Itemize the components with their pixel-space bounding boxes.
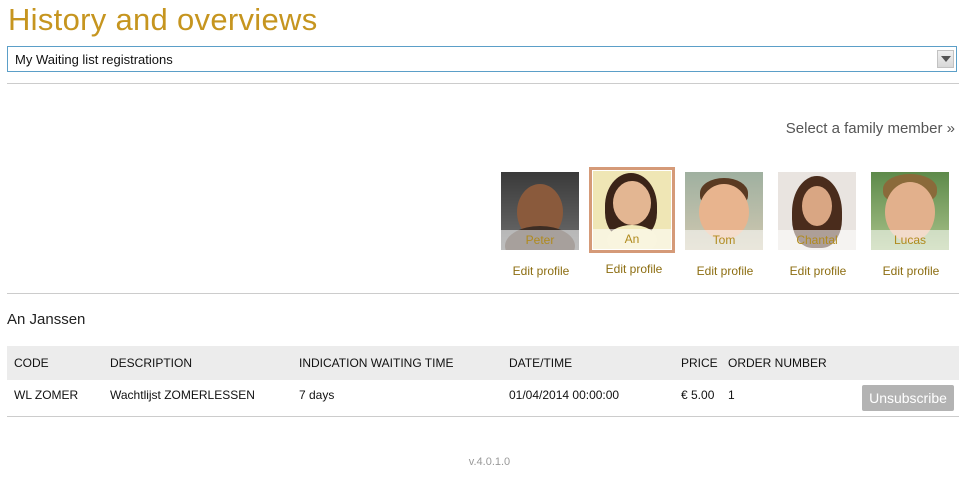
avatar[interactable]: Lucas [871,172,949,250]
cell-waiting-time: 7 days [299,388,335,402]
avatar[interactable]: Chantal [778,172,856,250]
column-header-code: CODE [14,356,49,370]
cell-price: € 5.00 [681,388,715,402]
column-header-datetime: DATE/TIME [509,356,573,370]
edit-profile-link-chantal[interactable]: Edit profile [774,264,862,278]
column-header-order-number: ORDER NUMBER [728,356,827,370]
edit-profile-link-an[interactable]: Edit profile [590,262,678,276]
family-member-an[interactable]: An Edit profile [589,167,675,276]
header-divider [7,83,959,84]
chevron-down-icon[interactable] [937,50,954,68]
table-row: WL ZOMER Wachtlijst ZOMERLESSEN 7 days 0… [7,380,959,416]
select-family-member-label[interactable]: Select a family member » [786,120,955,137]
overview-select-value: My Waiting list registrations [15,52,173,67]
member-name: An [593,229,671,249]
member-name: Chantal [778,230,856,250]
edit-profile-link-tom[interactable]: Edit profile [681,264,769,278]
selected-person-name: An Janssen [7,311,86,328]
cell-description: Wachtlijst ZOMERLESSEN [110,388,255,402]
table-header: CODE DESCRIPTION INDICATION WAITING TIME… [7,346,959,380]
family-member-peter[interactable]: Peter Edit profile [501,172,581,278]
column-header-description: DESCRIPTION [110,356,193,370]
page-title: History and overviews [8,2,318,37]
avatar[interactable]: Peter [501,172,579,250]
cell-code: WL ZOMER [14,388,79,402]
edit-profile-link-peter[interactable]: Edit profile [497,264,585,278]
members-divider [7,293,959,294]
family-member-tom[interactable]: Tom Edit profile [685,172,765,278]
avatar[interactable]: Tom [685,172,763,250]
column-header-price: PRICE [681,356,718,370]
avatar[interactable]: An [589,167,675,253]
family-member-lucas[interactable]: Lucas Edit profile [871,172,951,278]
cell-order-number: 1 [728,388,735,402]
cell-datetime: 01/04/2014 00:00:00 [509,388,620,402]
version-label: v.4.0.1.0 [468,456,511,468]
edit-profile-link-lucas[interactable]: Edit profile [867,264,955,278]
column-header-waiting-time: INDICATION WAITING TIME [299,356,454,370]
member-name: Tom [685,230,763,250]
overview-select[interactable]: My Waiting list registrations [7,46,957,72]
unsubscribe-button[interactable]: Unsubscribe [862,385,954,411]
member-name: Lucas [871,230,949,250]
member-name: Peter [501,230,579,250]
family-member-chantal[interactable]: Chantal Edit profile [778,172,858,278]
row-divider [7,416,959,417]
